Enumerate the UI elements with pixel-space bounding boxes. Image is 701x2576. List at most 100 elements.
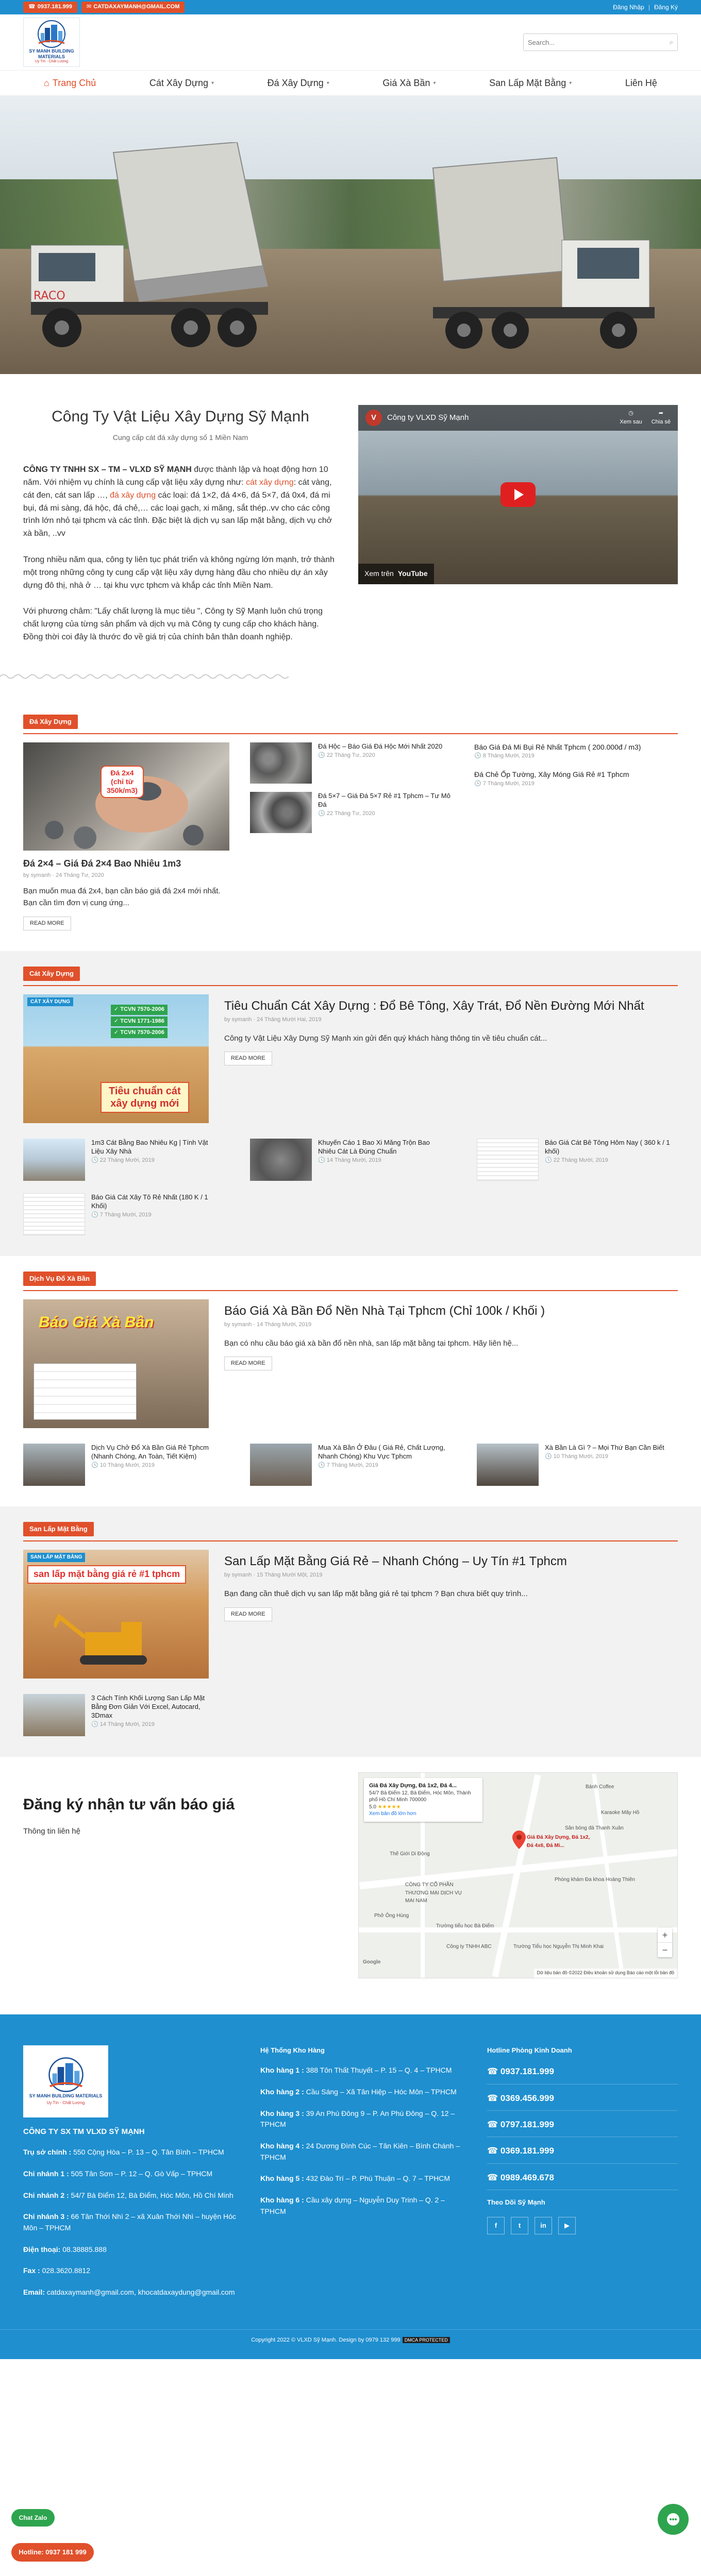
post-thumbnail[interactable]: CÁT XÂY DỰNG ✓ TCVN 7570-2006 ✓ TCVN 177… [23,994,209,1123]
nav-gia-xa-ban[interactable]: Giá Xà Bần ▾ [382,76,436,91]
footer: SY MANH BUILDING MATERIALS Uy Tín - Chất… [0,2014,701,2329]
warehouse-item: Kho hàng 3 : 39 An Phú Đông 9 – P. An Ph… [260,2109,455,2129]
email-pill[interactable]: ✉ CATDAXAYMANH@GMAIL.COM [81,2,185,13]
tcvn-list: ✓ TCVN 7570-2006 ✓ TCVN 1771-1986 ✓ TCVN… [111,1004,168,1039]
post-thumbnail[interactable] [23,1193,85,1235]
post-title[interactable]: Đá Chẻ Ốp Tường, Xây Móng Giá Rẻ #1 Tphc… [474,770,678,779]
post-thumbnail[interactable] [477,1138,539,1181]
hotline-number[interactable]: ☎ 0989.469.678 [487,2171,678,2190]
post-title[interactable]: Khuyến Cáo 1 Bao Xi Măng Trộn Bao Nhiêu … [318,1139,446,1156]
social-links: f t in ▶ [487,2217,678,2235]
separator: | [648,3,650,11]
nav-home[interactable]: ⌂ Trang Chủ [44,76,96,91]
youtube-video-embed[interactable]: V Công ty VLXD Sỹ Mạnh ◷ Xem sau ➦ Chia sẻ… [358,405,678,584]
youtube-icon[interactable]: ▶ [558,2217,576,2235]
map-pin-icon[interactable] [512,1831,526,1850]
chat-zalo-button[interactable]: Chat Zalo [11,2509,55,2527]
post-title[interactable]: Báo Giá Cát Bê Tông Hôm Nay ( 360 k / 1 … [545,1139,673,1156]
hotline-number[interactable]: ☎ 0369.181.999 [487,2144,678,2164]
search-input[interactable] [528,38,670,46]
hotline-button[interactable]: Hotline: 0937 181 999 [11,2543,94,2562]
watch-on-youtube[interactable]: Xem trên YouTube [358,564,434,584]
larger-map-link[interactable]: Xem bản đồ lớn hơn [369,1811,416,1817]
footer-logo[interactable]: SY MANH BUILDING MATERIALS Uy Tín - Chất… [23,2045,108,2118]
post-title[interactable]: Đá 2×4 – Giá Đá 2×4 Bao Nhiêu 1m3 [23,857,229,871]
section-xa-ban: Dịch Vụ Đổ Xà Bần Báo Giá Xà Bần Báo Giá… [0,1256,701,1506]
section-label[interactable]: Đá Xây Dựng [23,715,78,730]
facebook-icon[interactable]: f [487,2217,505,2235]
post-meta: 🕓 8 Tháng Mười, 2019 [474,753,535,759]
watch-later-button[interactable]: ◷ Xem sau [620,409,642,427]
messenger-button[interactable] [658,2504,689,2535]
nav-san-lap[interactable]: San Lấp Mặt Bằng ▾ [489,76,572,91]
post-thumbnail[interactable] [23,1138,85,1181]
search-icon[interactable]: ⌕ [670,37,673,47]
post-thumbnail[interactable] [250,742,312,784]
play-button[interactable] [500,482,536,507]
nav-da-xay-dung[interactable]: Đá Xây Dựng ▾ [268,76,329,91]
list-item: 3 Cách Tính Khối Lượng San Lấp Mặt Bằng … [23,1694,219,1737]
section-label[interactable]: Cát Xây Dựng [23,966,80,981]
post-title[interactable]: Đá Hộc – Báo Giá Đá Hộc Mới Nhất 2020 [318,742,442,751]
post-thumbnail[interactable] [477,1443,539,1486]
post-title[interactable]: San Lấp Mặt Bằng Giá Rẻ – Nhanh Chóng – … [224,1552,567,1571]
hotline-number[interactable]: ☎ 0797.181.999 [487,2118,678,2138]
read-more-button[interactable]: READ MORE [23,916,71,930]
post-thumbnail[interactable] [250,1443,312,1486]
footer-fax: Fax : 028.3620.8812 [23,2266,91,2275]
search-box[interactable]: ⌕ [523,33,678,51]
section-label[interactable]: Dịch Vụ Đổ Xà Bần [23,1271,96,1286]
link-cat-xay-dung[interactable]: cát xây dựng [246,478,294,487]
post-thumbnail[interactable] [250,792,312,834]
post-thumbnail[interactable] [23,1694,85,1737]
post-meta: 🕓 14 Tháng Mười, 2019 [91,1721,155,1727]
post-meta: 🕓 22 Tháng Mười, 2019 [545,1157,608,1163]
section-label[interactable]: San Lấp Mặt Bằng [23,1521,94,1537]
twitter-icon[interactable]: t [511,2217,528,2235]
zoom-out-button[interactable]: − [658,1942,672,1957]
post-title[interactable]: Báo Giá Xà Bần Đổ Nền Nhà Tại Tphcm (Chỉ… [224,1301,545,1320]
post-thumbnail[interactable]: Đá 2x4 (chỉ từ 350k/m3) [23,742,229,851]
link-da-xay-dung[interactable]: đá xây dựng [110,491,156,500]
hotline-number[interactable]: ☎ 0937.181.999 [487,2065,678,2084]
post-title[interactable]: Báo Giá Đá Mi Bụi Rẻ Nhất Tphcm ( 200.00… [474,742,678,752]
site-logo[interactable]: SY MANH BUILDING MATERIALS Uy Tín - Chất… [23,18,80,67]
list-item: Xà Bần Là Gì ? – Mọi Thứ Bạn Cần Biết 🕓 1… [477,1443,673,1486]
post-thumbnail[interactable] [250,1138,312,1181]
featured-post: Đá 2x4 (chỉ từ 350k/m3) Đá 2×4 – Giá Đá … [23,742,229,930]
post-meta: 🕓 7 Tháng Mười, 2019 [474,780,535,787]
post-title[interactable]: Xà Bần Là Gì ? – Mọi Thứ Bạn Cần Biết [545,1444,664,1452]
post-thumbnail[interactable]: SAN LẤP MẶT BẰNG san lấp mặt bằng giá rẻ… [23,1550,209,1679]
video-title[interactable]: Công ty VLXD Sỹ Mạnh [387,412,469,423]
post-title[interactable]: Báo Giá Cát Xây Tô Rẻ Nhất (180 K / 1 Kh… [91,1193,219,1211]
post-thumbnail[interactable]: Báo Giá Xà Bần [23,1299,209,1428]
post-title[interactable]: Mua Xà Bần Ở Đâu ( Giá Rẻ, Chất Lượng, N… [318,1444,446,1461]
zoom-in-button[interactable]: + [658,1928,672,1942]
hotline-number[interactable]: ☎ 0369.456.999 [487,2092,678,2111]
post-title[interactable]: Tiêu Chuẩn Cát Xây Dựng : Đổ Bê Tông, Xâ… [224,996,644,1015]
linkedin-icon[interactable]: in [535,2217,552,2235]
post-title[interactable]: Dịch Vụ Chở Đổ Xà Bần Giá Rẻ Tphcm (Nhan… [91,1444,219,1461]
nav-lien-he[interactable]: Liên Hệ [625,76,657,91]
login-link[interactable]: Đăng Nhập [613,3,644,12]
nav-cat-xay-dung[interactable]: Cát Xây Dựng ▾ [149,76,214,91]
share-button[interactable]: ➦ Chia sẻ [652,409,671,427]
read-more-button[interactable]: READ MORE [224,1052,272,1066]
post-title[interactable]: 3 Cách Tính Khối Lượng San Lấp Mặt Bằng … [91,1694,219,1720]
channel-avatar[interactable]: V [365,410,382,426]
post-title[interactable]: Đá 5×7 – Giá Đá 5×7 Rẻ #1 Tphcm – Tư Mô … [318,792,454,809]
contact-section: Đăng ký nhận tư vấn báo giá Thông tin li… [0,1757,701,2014]
read-more-button[interactable]: READ MORE [224,1607,272,1621]
dmca-badge[interactable]: DMCA PROTECTED [402,2336,450,2343]
intro-title: Công Ty Vật Liệu Xây Dựng Sỹ Mạnh [52,408,309,425]
register-link[interactable]: Đăng Ký [654,3,678,12]
phone-pill[interactable]: ☎ 0937.181.999 [23,2,77,13]
back-to-top-button[interactable]: ⌃ [664,2550,682,2569]
hero-image-left: RACO [0,96,350,374]
post-thumbnail[interactable] [23,1443,85,1486]
read-more-button[interactable]: READ MORE [224,1357,272,1371]
warehouse-item: Kho hàng 6 : Cầu xây dựng – Nguyễn Duy T… [260,2196,445,2215]
post-meta: by symanh · 24 Tháng Mười Hai, 2019 [224,1016,322,1023]
post-title[interactable]: 1m3 Cát Bằng Bao Nhiêu Kg | Tính Vật Liệ… [91,1139,219,1156]
google-map[interactable]: Giá Đá Xây Dựng, Đá 1x2, Đá 4... 54/7 Bà… [358,1772,678,1979]
